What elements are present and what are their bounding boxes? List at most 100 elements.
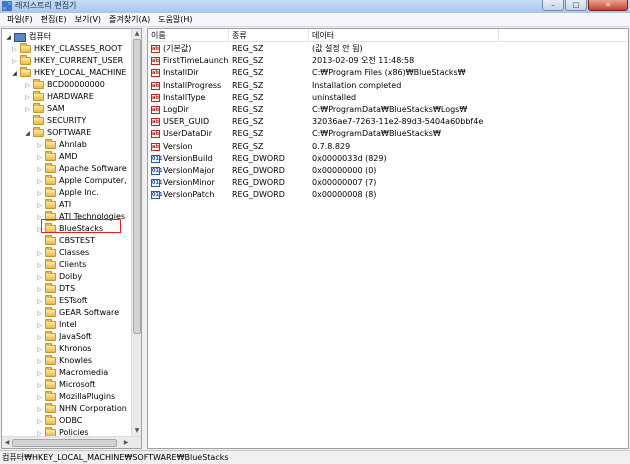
tree-vertical-scroll-thumb[interactable] [133, 39, 141, 334]
collapsed-arrow-icon[interactable]: ▷ [36, 334, 43, 341]
minimize-button[interactable]: – [542, 0, 564, 11]
tree-item[interactable]: ▷ ESTsoft [36, 295, 88, 307]
value-row[interactable]: ab InstallType REG_SZ uninstalled [148, 92, 628, 104]
close-button[interactable]: ✕ [588, 0, 628, 11]
value-row[interactable]: ab UserDataDir REG_SZ C:₩ProgramData₩BlueSt… [148, 128, 628, 140]
tree-item-label: MozillaPlugins [59, 392, 116, 401]
tree-item[interactable]: ▷ HKEY_CLASSES_ROOT [11, 43, 122, 55]
collapsed-arrow-icon[interactable]: ▷ [36, 142, 43, 149]
expanded-arrow-icon[interactable]: ◢ [24, 130, 31, 137]
tree-item[interactable]: ▷ Knowles [36, 355, 92, 367]
value-row[interactable]: ab InstallDir REG_SZ C:₩Program Files (x86)… [148, 67, 628, 79]
collapsed-arrow-icon[interactable]: ▷ [36, 370, 43, 377]
tree-item[interactable]: SECURITY [24, 115, 86, 127]
tree-item[interactable]: ▷ HARDWARE [24, 91, 94, 103]
tree-item[interactable]: ▷ Khronos [36, 343, 91, 355]
scroll-down-arrow-icon[interactable]: ▼ [132, 426, 141, 436]
tree-item[interactable]: ▷ GEAR Software [36, 307, 119, 319]
collapsed-arrow-icon[interactable]: ▷ [36, 166, 43, 173]
tree-item[interactable]: ▷ Clients [36, 259, 86, 271]
scroll-left-arrow-icon[interactable]: ◀ [2, 438, 12, 448]
collapsed-arrow-icon[interactable]: ▷ [36, 274, 43, 281]
tree-horizontal-scroll-thumb[interactable] [12, 439, 117, 447]
tree-vertical-scrollbar[interactable]: ▲ ▼ [131, 29, 141, 436]
tree-item[interactable]: ▷ Classes [36, 247, 89, 259]
tree-item[interactable]: ▷ HKEY_CURRENT_USER [11, 55, 123, 67]
tree-item-label: ESTsoft [59, 296, 88, 305]
tree-item[interactable]: ◢ HKEY_LOCAL_MACHINE [11, 67, 126, 79]
tree-item-label: CBSTEST [59, 236, 95, 245]
value-row[interactable]: 011 VersionBuild REG_DWORD 0x0000033d (829) [148, 153, 628, 165]
collapsed-arrow-icon[interactable]: ▷ [36, 262, 43, 269]
registry-key-tree[interactable]: ◢ 컴퓨터 ▷ HKEY_CLASSES_ROOT ▷ HKEY_CURRENT_USER… [1, 28, 142, 449]
maximize-button[interactable]: □ [565, 0, 587, 11]
tree-item[interactable]: ▷ JavaSoft [36, 331, 92, 343]
column-header-data[interactable]: 데이터 [309, 29, 499, 42]
tree-item[interactable]: ▷ Policies [36, 427, 89, 436]
tree-item[interactable]: ◢ SOFTWARE [24, 127, 91, 139]
tree-item[interactable]: ▷ Macromedia [36, 367, 108, 379]
collapsed-arrow-icon[interactable]: ▷ [36, 190, 43, 197]
value-row[interactable]: ab LogDir REG_SZ C:₩ProgramData₩BlueStacks₩… [148, 104, 628, 116]
collapsed-arrow-icon[interactable]: ▷ [36, 310, 43, 317]
tree-item[interactable]: ▷ MozillaPlugins [36, 391, 115, 403]
tree-item[interactable]: ▷ Intel [36, 319, 77, 331]
tree-item[interactable]: ▷ Apple Inc. [36, 187, 99, 199]
tree-item[interactable]: ▷ ODBC [36, 415, 82, 427]
collapsed-arrow-icon[interactable]: ▷ [24, 106, 31, 113]
collapsed-arrow-icon[interactable]: ▷ [36, 394, 43, 401]
collapsed-arrow-icon[interactable]: ▷ [36, 382, 43, 389]
tree-horizontal-scrollbar[interactable]: ◀ ▶ [2, 436, 141, 448]
value-row[interactable]: ab USER_GUID REG_SZ 32036ae7-7263-11e2-89d3… [148, 116, 628, 128]
collapsed-arrow-icon[interactable]: ▷ [36, 202, 43, 209]
tree-item[interactable]: ▷ Apple Computer, [36, 175, 127, 187]
menu-file[interactable]: 파일(F) [4, 13, 36, 26]
collapsed-arrow-icon[interactable]: ▷ [36, 346, 43, 353]
tree-item[interactable]: ▷ DTS [36, 283, 75, 295]
collapsed-arrow-icon[interactable]: ▷ [36, 286, 43, 293]
collapsed-arrow-icon[interactable]: ▷ [36, 298, 43, 305]
tree-item[interactable]: ▷ AMD [36, 151, 78, 163]
collapsed-arrow-icon[interactable]: ▷ [36, 358, 43, 365]
tree-item[interactable]: CBSTEST [36, 235, 95, 247]
menu-view[interactable]: 보기(V) [72, 13, 104, 26]
value-name: InstallType [163, 92, 206, 102]
tree-item[interactable]: ▷ BCD00000000 [24, 79, 105, 91]
tree-item[interactable]: ▷ Microsoft [36, 379, 95, 391]
collapsed-arrow-icon[interactable]: ▷ [24, 82, 31, 89]
menu-favorites[interactable]: 즐겨찾기(A) [106, 13, 153, 26]
value-row[interactable]: ab Version REG_SZ 0.7.8.829 [148, 141, 628, 153]
value-row[interactable]: 011 VersionPatch REG_DWORD 0x00000008 (8) [148, 189, 628, 201]
value-row[interactable]: ab FirstTimeLaunch REG_SZ 2013-02-09 오전 11:… [148, 55, 628, 67]
scroll-up-arrow-icon[interactable]: ▲ [132, 29, 141, 39]
expanded-arrow-icon[interactable]: ◢ [11, 70, 18, 77]
collapsed-arrow-icon[interactable]: ▷ [11, 58, 18, 65]
menu-help[interactable]: 도움말(H) [155, 13, 195, 26]
collapsed-arrow-icon[interactable]: ▷ [24, 94, 31, 101]
collapsed-arrow-icon[interactable]: ▷ [36, 322, 43, 329]
value-row[interactable]: ab (기본값) REG_SZ (값 설정 안 됨) [148, 43, 628, 55]
value-row[interactable]: ab InstallProgress REG_SZ Installation comp… [148, 80, 628, 92]
collapsed-arrow-icon[interactable]: ▷ [36, 406, 43, 413]
tree-item[interactable]: ▷ Apache Software [36, 163, 127, 175]
menu-edit[interactable]: 편집(E) [38, 13, 70, 26]
tree-item[interactable]: ◢ 컴퓨터 [5, 31, 51, 43]
registry-values-list[interactable]: 이름 종류 데이터 ab (기본값) REG_SZ (값 설정 안 됨) ab First… [147, 28, 629, 449]
value-row[interactable]: 011 VersionMajor REG_DWORD 0x00000000 (0) [148, 165, 628, 177]
collapsed-arrow-icon[interactable]: ▷ [11, 46, 18, 53]
tree-item[interactable]: ▷ Dolby [36, 271, 82, 283]
title-bar[interactable]: 레지스트리 편집기 – □ ✕ [0, 0, 630, 13]
tree-item[interactable]: ▷ NHN Corporation [36, 403, 127, 415]
collapsed-arrow-icon[interactable]: ▷ [36, 178, 43, 185]
expanded-arrow-icon[interactable]: ◢ [5, 34, 12, 41]
collapsed-arrow-icon[interactable]: ▷ [36, 154, 43, 161]
scroll-right-arrow-icon[interactable]: ▶ [121, 438, 131, 448]
tree-item[interactable]: ▷ SAM [24, 103, 65, 115]
tree-item[interactable]: ▷ ATI [36, 199, 71, 211]
column-header-type[interactable]: 종류 [229, 29, 309, 42]
collapsed-arrow-icon[interactable]: ▷ [36, 250, 43, 257]
value-row[interactable]: 011 VersionMinor REG_DWORD 0x00000007 (7) [148, 177, 628, 189]
collapsed-arrow-icon[interactable]: ▷ [36, 418, 43, 425]
column-header-name[interactable]: 이름 [148, 29, 229, 42]
tree-item[interactable]: ▷ Ahnlab [36, 139, 87, 151]
